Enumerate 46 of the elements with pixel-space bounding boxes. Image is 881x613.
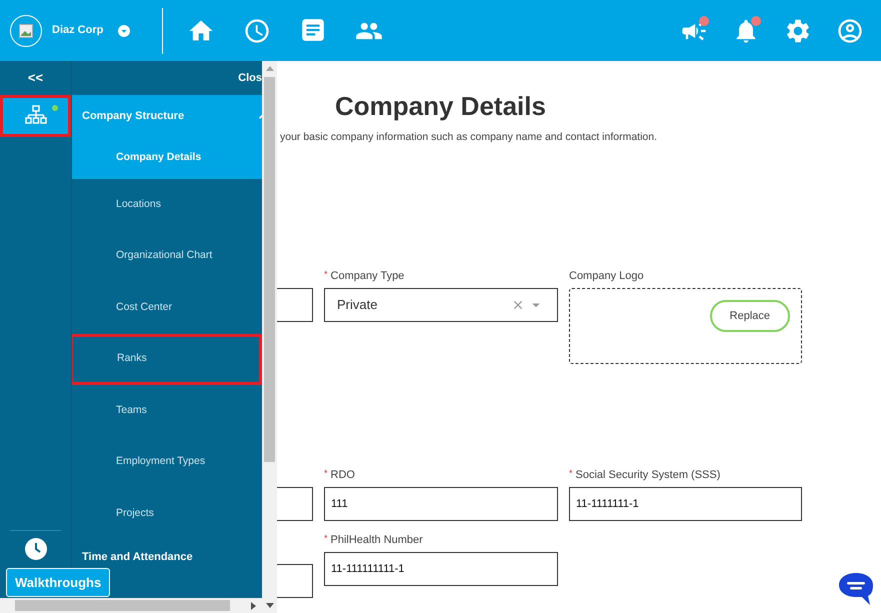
required-mark: * xyxy=(324,532,328,543)
company-name[interactable]: Diaz Corp xyxy=(52,22,104,39)
document-icon xyxy=(300,16,326,42)
input-field[interactable]: 11-1111111-1 xyxy=(569,486,802,521)
menu-item[interactable]: Locations xyxy=(72,179,262,230)
required-mark: * xyxy=(569,468,573,478)
page-subtitle: your basic company information such as company name and contact information. xyxy=(280,130,658,145)
input-field[interactable]: 111 xyxy=(324,486,558,521)
clock-icon xyxy=(243,16,272,44)
company-type-select[interactable]: Private xyxy=(324,288,558,322)
field-label: RDO xyxy=(330,468,355,482)
page-title: Company Details xyxy=(335,90,547,123)
company-logo[interactable] xyxy=(10,14,42,46)
scroll-thumb[interactable] xyxy=(264,77,275,462)
horizontal-scrollbar[interactable] xyxy=(0,598,262,613)
menu-section[interactable]: Company Structure xyxy=(72,95,262,137)
broken-image-icon xyxy=(19,24,33,38)
menu-item[interactable]: Projects xyxy=(72,488,262,540)
menu-item[interactable]: Employment Types xyxy=(72,436,262,488)
required-mark: * xyxy=(324,268,328,279)
field-label: Company Type xyxy=(330,268,404,283)
scroll-thumb[interactable] xyxy=(15,600,230,611)
input-field[interactable] xyxy=(277,486,313,521)
walkthroughs-button[interactable]: Walkthroughs xyxy=(6,568,110,597)
replace-button[interactable]: Replace xyxy=(710,300,790,332)
user-icon xyxy=(836,16,864,44)
close-link[interactable]: Clos xyxy=(238,70,262,86)
menu-item[interactable]: Organizational Chart xyxy=(72,230,262,282)
menu-item[interactable]: Cost Center xyxy=(72,282,262,334)
dropdown-icon[interactable] xyxy=(118,24,130,36)
menu-item[interactable]: Company Details xyxy=(72,137,262,179)
menu-item[interactable]: Ranks xyxy=(72,334,262,385)
collapse-button[interactable]: << xyxy=(0,61,71,95)
clock-icon xyxy=(24,537,48,561)
required-mark: * xyxy=(324,468,328,478)
logo-drop-zone[interactable]: Replace xyxy=(569,288,802,364)
input-field[interactable]: 11-111111111-1 xyxy=(324,552,558,586)
vertical-scrollbar[interactable] xyxy=(262,61,277,613)
scroll-right-icon[interactable] xyxy=(251,602,256,610)
input-field[interactable] xyxy=(277,288,313,322)
menu-item[interactable]: Teams xyxy=(72,385,262,436)
field-label: PhilHealth Number xyxy=(330,532,423,547)
chat-icon[interactable] xyxy=(838,572,874,606)
field-label: Company Logo xyxy=(569,268,644,283)
field-label: Social Security System (SSS) xyxy=(576,468,720,482)
input-field[interactable] xyxy=(277,564,313,598)
